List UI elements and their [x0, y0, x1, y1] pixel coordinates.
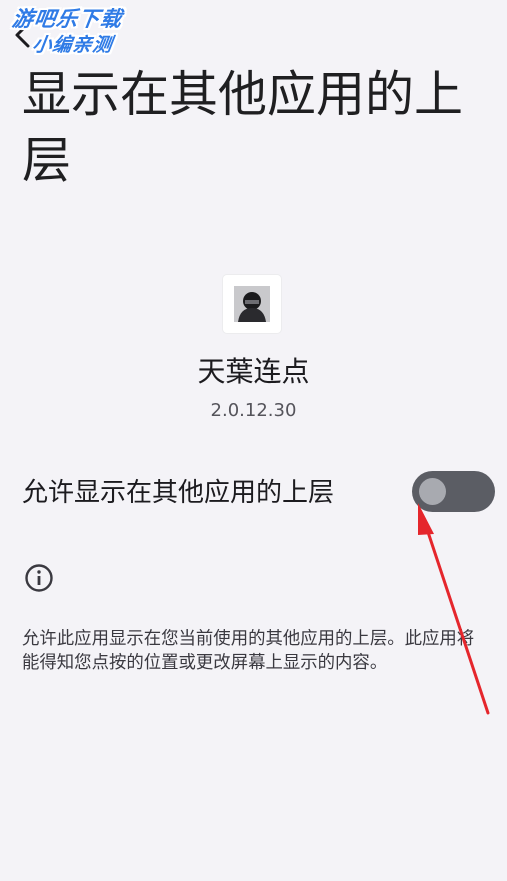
permission-settings-screen: 游吧乐下载 小编亲测 显示在其他应用的上层 天葉连点 2.0.12.30 允许显… — [0, 0, 507, 881]
app-icon — [223, 275, 281, 333]
page-title: 显示在其他应用的上层 — [22, 66, 464, 189]
watermark-logo: 游吧乐下载 小编亲测 — [6, 6, 152, 64]
permission-description: 允许此应用显示在您当前使用的其他应用的上层。此应用将能得知您点按的位置或更改屏幕… — [22, 629, 475, 673]
overlay-permission-switch[interactable] — [412, 471, 495, 512]
watermark-line-2: 小编亲测 — [31, 34, 115, 56]
permission-toggle-row[interactable]: 允许显示在其他应用的上层 — [0, 462, 507, 522]
app-version: 2.0.12.30 — [210, 400, 297, 421]
info-icon — [25, 564, 53, 592]
watermark-line-1: 游吧乐下载 — [10, 7, 124, 31]
app-avatar-icon — [234, 286, 270, 322]
app-name: 天葉连点 — [197, 355, 310, 388]
permission-label: 允许显示在其他应用的上层 — [22, 478, 335, 508]
switch-thumb — [419, 478, 446, 505]
